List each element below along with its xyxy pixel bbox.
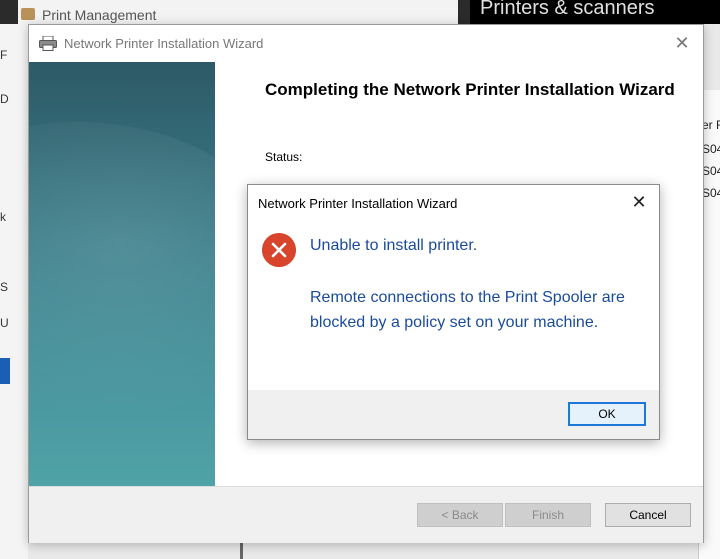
cancel-button[interactable]: Cancel (605, 503, 691, 527)
background-left-text: k (0, 210, 6, 224)
wizard-heading: Completing the Network Printer Installat… (265, 80, 675, 99)
background-left-text: S (0, 280, 9, 294)
error-message-primary: Unable to install printer. (310, 237, 478, 254)
print-management-icon (21, 8, 35, 20)
dialog-title: Network Printer Installation Wizard (258, 196, 458, 211)
wizard-close-icon[interactable]: ✕ (669, 31, 695, 55)
status-label: Status: (265, 150, 303, 164)
wizard-footer (29, 486, 703, 543)
error-dialog: Network Printer Installation Wizard ✕ Un… (247, 184, 660, 440)
background-left-text: U (0, 316, 9, 330)
background-left-text: F (0, 48, 8, 62)
background-right-row: S04 (702, 186, 720, 200)
error-icon (262, 233, 296, 267)
ok-button[interactable]: OK (568, 402, 646, 426)
finish-button[interactable]: Finish (505, 503, 591, 527)
wizard-titlebar[interactable]: Network Printer Installation Wizard ✕ (29, 25, 703, 61)
wizard-side-banner (29, 62, 215, 486)
background-left-selection (0, 358, 10, 384)
printer-icon (39, 36, 57, 51)
print-management-titlebar: Print Management (18, 0, 458, 24)
background-right-header: er F (702, 118, 720, 132)
banner-swirl-graphic (29, 122, 215, 422)
back-button[interactable]: < Back (417, 503, 503, 527)
background-left-text: D (0, 92, 9, 106)
printers-scanners-header: Printers & scanners (470, 0, 720, 24)
error-message-secondary: Remote connections to the Print Spooler … (310, 289, 625, 331)
background-divider (240, 541, 243, 559)
wizard-title: Network Printer Installation Wizard (64, 36, 264, 51)
print-management-title: Print Management (42, 7, 157, 23)
dialog-close-icon[interactable]: ✕ (627, 191, 651, 213)
background-right-row: S04 (702, 164, 720, 178)
background-right-row: S04 (702, 142, 720, 156)
